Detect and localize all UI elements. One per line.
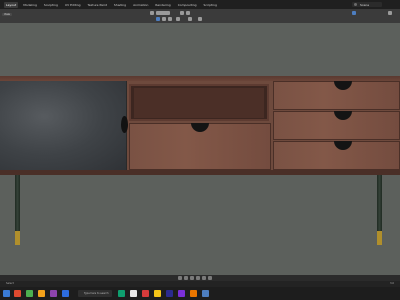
leg-left-cap [15,231,20,245]
next-keyframe-icon[interactable] [202,276,206,280]
app-icon-10[interactable] [166,290,173,297]
play-icon[interactable] [196,276,200,280]
app-icon-7[interactable] [130,290,137,297]
prev-keyframe-icon[interactable] [184,276,188,280]
face-icon[interactable] [176,17,180,21]
select-mode-icon[interactable] [156,17,160,21]
proportional-edit-icon[interactable] [186,11,190,15]
jump-start-icon[interactable] [178,276,182,280]
app-icon-2[interactable] [26,290,33,297]
cabinet-base [0,170,400,175]
status-left-text: Select [6,282,14,285]
app-icon-11[interactable] [178,290,185,297]
app-icon-5[interactable] [62,290,69,297]
filter-icon[interactable] [388,11,392,15]
workspace-tab-uv-editing[interactable]: UV Editing [63,2,83,8]
leg-right-cap [377,231,382,245]
scene-label: Scene [360,2,370,7]
shelf-back-panel [134,88,264,118]
view-menu-label: View [4,13,10,16]
view-menu-button[interactable]: View [2,13,12,16]
start-icon[interactable] [3,290,10,297]
leg-left [15,175,20,238]
global-dropdown[interactable] [156,11,170,15]
app-icon-3[interactable] [38,290,45,297]
app-icon-4[interactable] [50,290,57,297]
shading-icon[interactable] [198,17,202,21]
workspace-tab-animation[interactable]: Animation [131,2,150,8]
play-reverse-icon[interactable] [190,276,194,280]
workspace-tab-sculpting[interactable]: Sculpting [42,2,60,8]
scene-selector[interactable]: Scene [352,2,382,7]
workspace-tab-compositing[interactable]: Compositing [176,2,199,8]
blender-icon[interactable] [190,290,197,297]
workspace-tab-shading[interactable]: Shading [112,2,128,8]
taskbar-search-input[interactable]: Type here to search [78,290,112,297]
snap-icon[interactable] [180,11,184,15]
menu-bar: Layout Modeling Sculpting UV Editing Tex… [0,0,400,9]
app-icon-6[interactable] [118,290,125,297]
vertex-icon[interactable] [162,17,166,21]
render-icon[interactable] [352,11,356,15]
app-icon-9[interactable] [154,290,161,297]
sliding-door [0,81,127,170]
app-icon-12[interactable] [202,290,209,297]
app-icon-1[interactable] [14,290,21,297]
scene-icon [354,3,357,6]
leg-right [377,175,382,238]
overlay-icon[interactable] [188,17,192,21]
workspace-tab-texture-paint[interactable]: Texture Paint [86,2,109,8]
jump-end-icon[interactable] [208,276,212,280]
viewport-header [0,9,400,23]
edge-icon[interactable] [168,17,172,21]
status-version: 3.0 [390,282,394,285]
app-icon-8[interactable] [142,290,149,297]
windows-taskbar: Type here to search [0,287,400,300]
workspace-tab-scripting[interactable]: Scripting [202,2,219,8]
workspace-tab-layout[interactable]: Layout [4,1,19,8]
taskbar-search-placeholder: Type here to search [84,292,109,295]
workspace-tab-rendering[interactable]: Rendering [153,2,172,8]
workspace-tab-modeling[interactable]: Modeling [21,2,39,8]
transform-orientation-icon[interactable] [150,11,154,15]
door-pull-handle [121,116,128,133]
